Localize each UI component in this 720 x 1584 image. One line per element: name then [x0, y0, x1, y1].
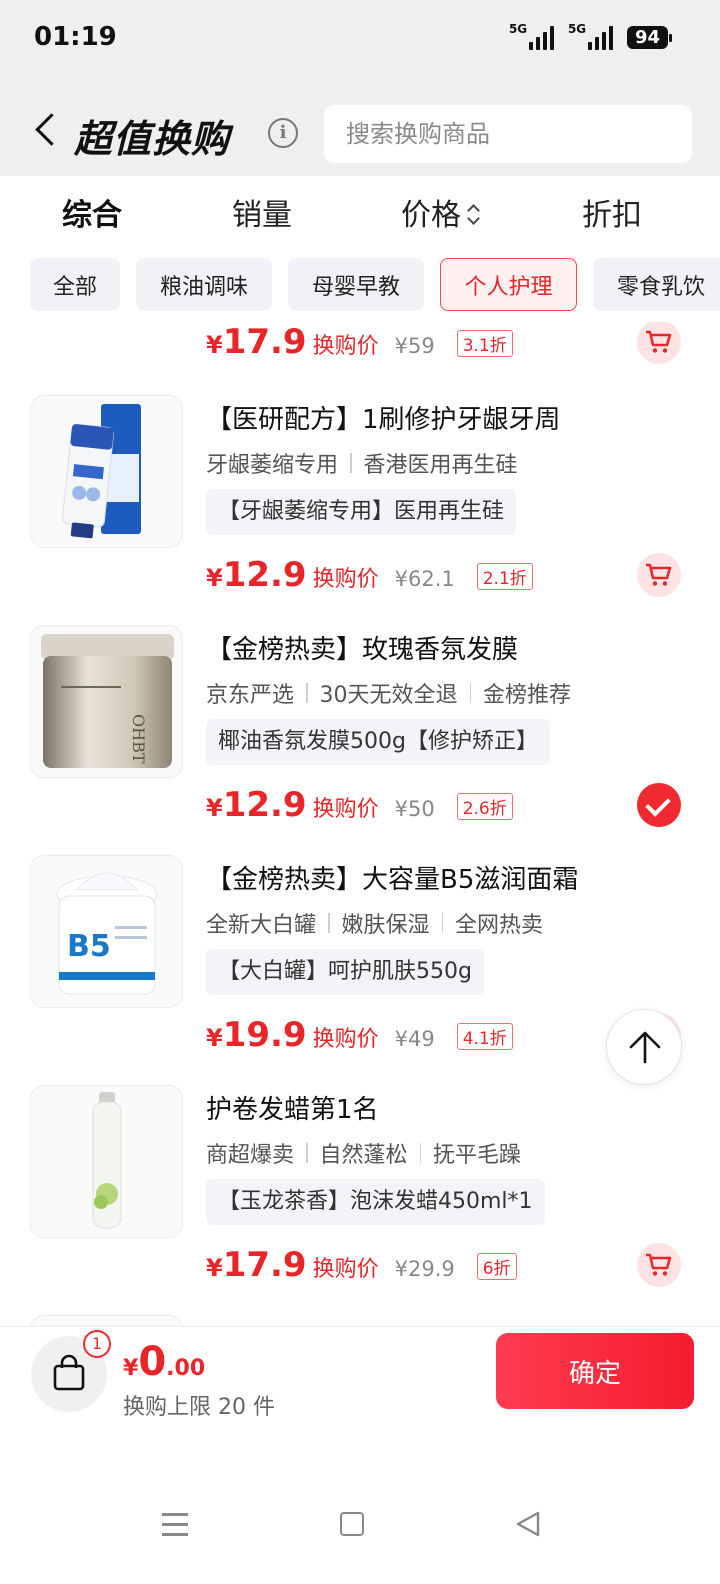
product-list: ¥ 17.9 换购价 ¥59 3.1折 【医研配方】1刷修护牙龈牙周 牙龈萎缩专…: [0, 322, 720, 1326]
product-spec[interactable]: 【大白罐】呵护肌肤550g: [206, 949, 484, 995]
product-image-hair-wax[interactable]: [30, 1085, 183, 1238]
cart-icon: [646, 330, 672, 353]
tab-sales[interactable]: 销量: [232, 190, 292, 234]
category-all[interactable]: 全部: [30, 258, 120, 311]
confirm-button[interactable]: 确定: [496, 1333, 694, 1409]
price-label: 换购价: [312, 334, 379, 359]
exchange-price: 17.9: [222, 1245, 307, 1285]
product-tags: 全新大白罐 嫩肤保湿 全网热卖: [206, 913, 544, 938]
product-image-hair-mask[interactable]: OHBT: [30, 625, 183, 778]
scroll-to-top-button[interactable]: [606, 1009, 682, 1085]
exchange-price: 17.9: [222, 322, 307, 362]
product-tags: 京东严选 30天无效全退 金榜推荐: [206, 683, 572, 708]
product-tags: 商超爆卖 自然蓬松 抚平毛躁: [206, 1143, 522, 1168]
list-item[interactable]: 护卷发蜡第1名 商超爆卖 自然蓬松 抚平毛躁 【玉龙茶香】泡沫发蜡450ml*1 ¥…: [0, 1085, 720, 1315]
exchange-price: 12.9: [222, 555, 307, 595]
price-row: ¥ 19.9 换购价 ¥49 4.1折: [206, 1015, 513, 1059]
sort-tabs: 综合 销量 价格 折扣: [0, 176, 720, 242]
original-price: ¥62.1: [394, 567, 455, 591]
exchange-price: 12.9: [222, 785, 307, 825]
search-input[interactable]: [324, 105, 692, 163]
price-row: ¥ 12.9 换购价 ¥62.1 2.1折: [206, 555, 533, 599]
bag-count-badge: 1: [83, 1330, 111, 1358]
price-label: 换购价: [312, 1027, 379, 1052]
product-spec[interactable]: 【玉龙茶香】泡沫发蜡450ml*1: [206, 1179, 545, 1225]
discount-badge: 2.6折: [456, 793, 513, 820]
exchange-limit: 换购上限 20 件: [123, 1395, 275, 1420]
status-time: 01:19: [34, 22, 117, 52]
product-image-partial[interactable]: [30, 1315, 183, 1326]
status-icons: 5G 5G 94: [508, 22, 673, 50]
selected-check-button[interactable]: [637, 783, 681, 827]
price-label: 换购价: [312, 797, 379, 822]
category-grain-oil[interactable]: 粮油调味: [136, 258, 272, 311]
tab-price-label: 价格: [401, 198, 461, 233]
category-snacks[interactable]: 零食乳饮: [593, 258, 720, 311]
back-button[interactable]: [30, 110, 64, 154]
price-label: 换购价: [312, 567, 379, 592]
cart-icon: [646, 563, 672, 586]
arrow-up-icon: [629, 1031, 661, 1064]
page-header: 超值换购 i: [0, 78, 720, 176]
product-image-text: OHBT: [129, 714, 148, 764]
category-chips: 全部 粮油调味 母婴早教 个人护理 零食乳饮: [0, 242, 720, 322]
product-name: 【金榜热卖】大容量B5滋润面霜: [206, 865, 579, 895]
original-price: ¥29.9: [394, 1257, 455, 1281]
page-title: 超值换购: [74, 117, 231, 161]
battery-icon: 94: [626, 25, 673, 49]
discount-badge: 3.1折: [456, 330, 513, 357]
discount-badge: 4.1折: [456, 1023, 513, 1050]
home-icon[interactable]: [340, 1512, 364, 1536]
network-type-2: 5G: [567, 22, 587, 36]
tab-discount[interactable]: 折扣: [582, 190, 642, 234]
sort-arrows-icon: [467, 203, 481, 225]
add-to-cart-button[interactable]: [637, 553, 681, 597]
original-price: ¥59: [394, 334, 435, 358]
add-to-cart-button[interactable]: [637, 1243, 681, 1287]
list-item-partial[interactable]: ¥ 17.9 换购价 ¥59 3.1折: [0, 322, 720, 392]
product-spec[interactable]: 【牙龈萎缩专用】医用再生硅: [206, 489, 517, 535]
discount-badge: 6折: [476, 1253, 517, 1280]
network-type: 5G: [508, 22, 528, 36]
signal-icon: 5G: [508, 22, 554, 50]
system-nav-bar: [0, 1486, 720, 1584]
tab-comprehensive[interactable]: 综合: [62, 190, 122, 234]
tab-price[interactable]: 价格: [401, 190, 481, 234]
discount-badge: 2.1折: [476, 563, 533, 590]
original-price: ¥49: [394, 1027, 435, 1051]
shopping-bag-icon: [53, 1354, 85, 1391]
price-label: 换购价: [312, 1257, 379, 1282]
status-bar: 01:19 5G 5G 94: [0, 0, 720, 78]
menu-icon[interactable]: [162, 1512, 188, 1536]
bottom-bar: 1 ¥0.00 换购上限 20 件 确定: [0, 1326, 720, 1486]
list-item[interactable]: OHBT 【金榜热卖】玫瑰香氛发膜 京东严选 30天无效全退 金榜推荐 椰油香氛发膜…: [0, 625, 720, 855]
category-maternal[interactable]: 母婴早教: [288, 258, 424, 311]
list-item[interactable]: 【医研配方】1刷修护牙龈牙周 牙龈萎缩专用 香港医用再生硅 【牙龈萎缩专用】医用再…: [0, 395, 720, 625]
cart-icon: [646, 1253, 672, 1276]
category-personal-care[interactable]: 个人护理: [440, 258, 577, 311]
price-row: ¥ 12.9 换购价 ¥50 2.6折: [206, 785, 513, 829]
product-spec[interactable]: 椰油香氛发膜500g【修护矫正】: [206, 719, 550, 765]
product-image-toothpaste[interactable]: [30, 395, 183, 548]
product-name: 护卷发蜡第1名: [206, 1095, 379, 1125]
product-image-face-cream[interactable]: B5: [30, 855, 183, 1008]
product-tags: 牙龈萎缩专用 香港医用再生硅: [206, 453, 518, 478]
signal-icon-2: 5G: [567, 22, 613, 50]
product-name: 【金榜热卖】玫瑰香氛发膜: [206, 635, 519, 665]
price-row: ¥ 17.9 换购价 ¥59 3.1折: [206, 322, 513, 366]
price-row: ¥ 17.9 换购价 ¥29.9 6折: [206, 1245, 517, 1289]
back-triangle-icon[interactable]: [514, 1510, 542, 1538]
exchange-price: 19.9: [222, 1015, 307, 1055]
total-price: ¥0.00: [123, 1339, 206, 1385]
product-image-text: B5: [67, 929, 111, 964]
product-name: 【医研配方】1刷修护牙龈牙周: [206, 405, 561, 435]
original-price: ¥50: [394, 797, 435, 821]
info-icon[interactable]: i: [268, 118, 298, 148]
add-to-cart-button[interactable]: [637, 322, 681, 364]
